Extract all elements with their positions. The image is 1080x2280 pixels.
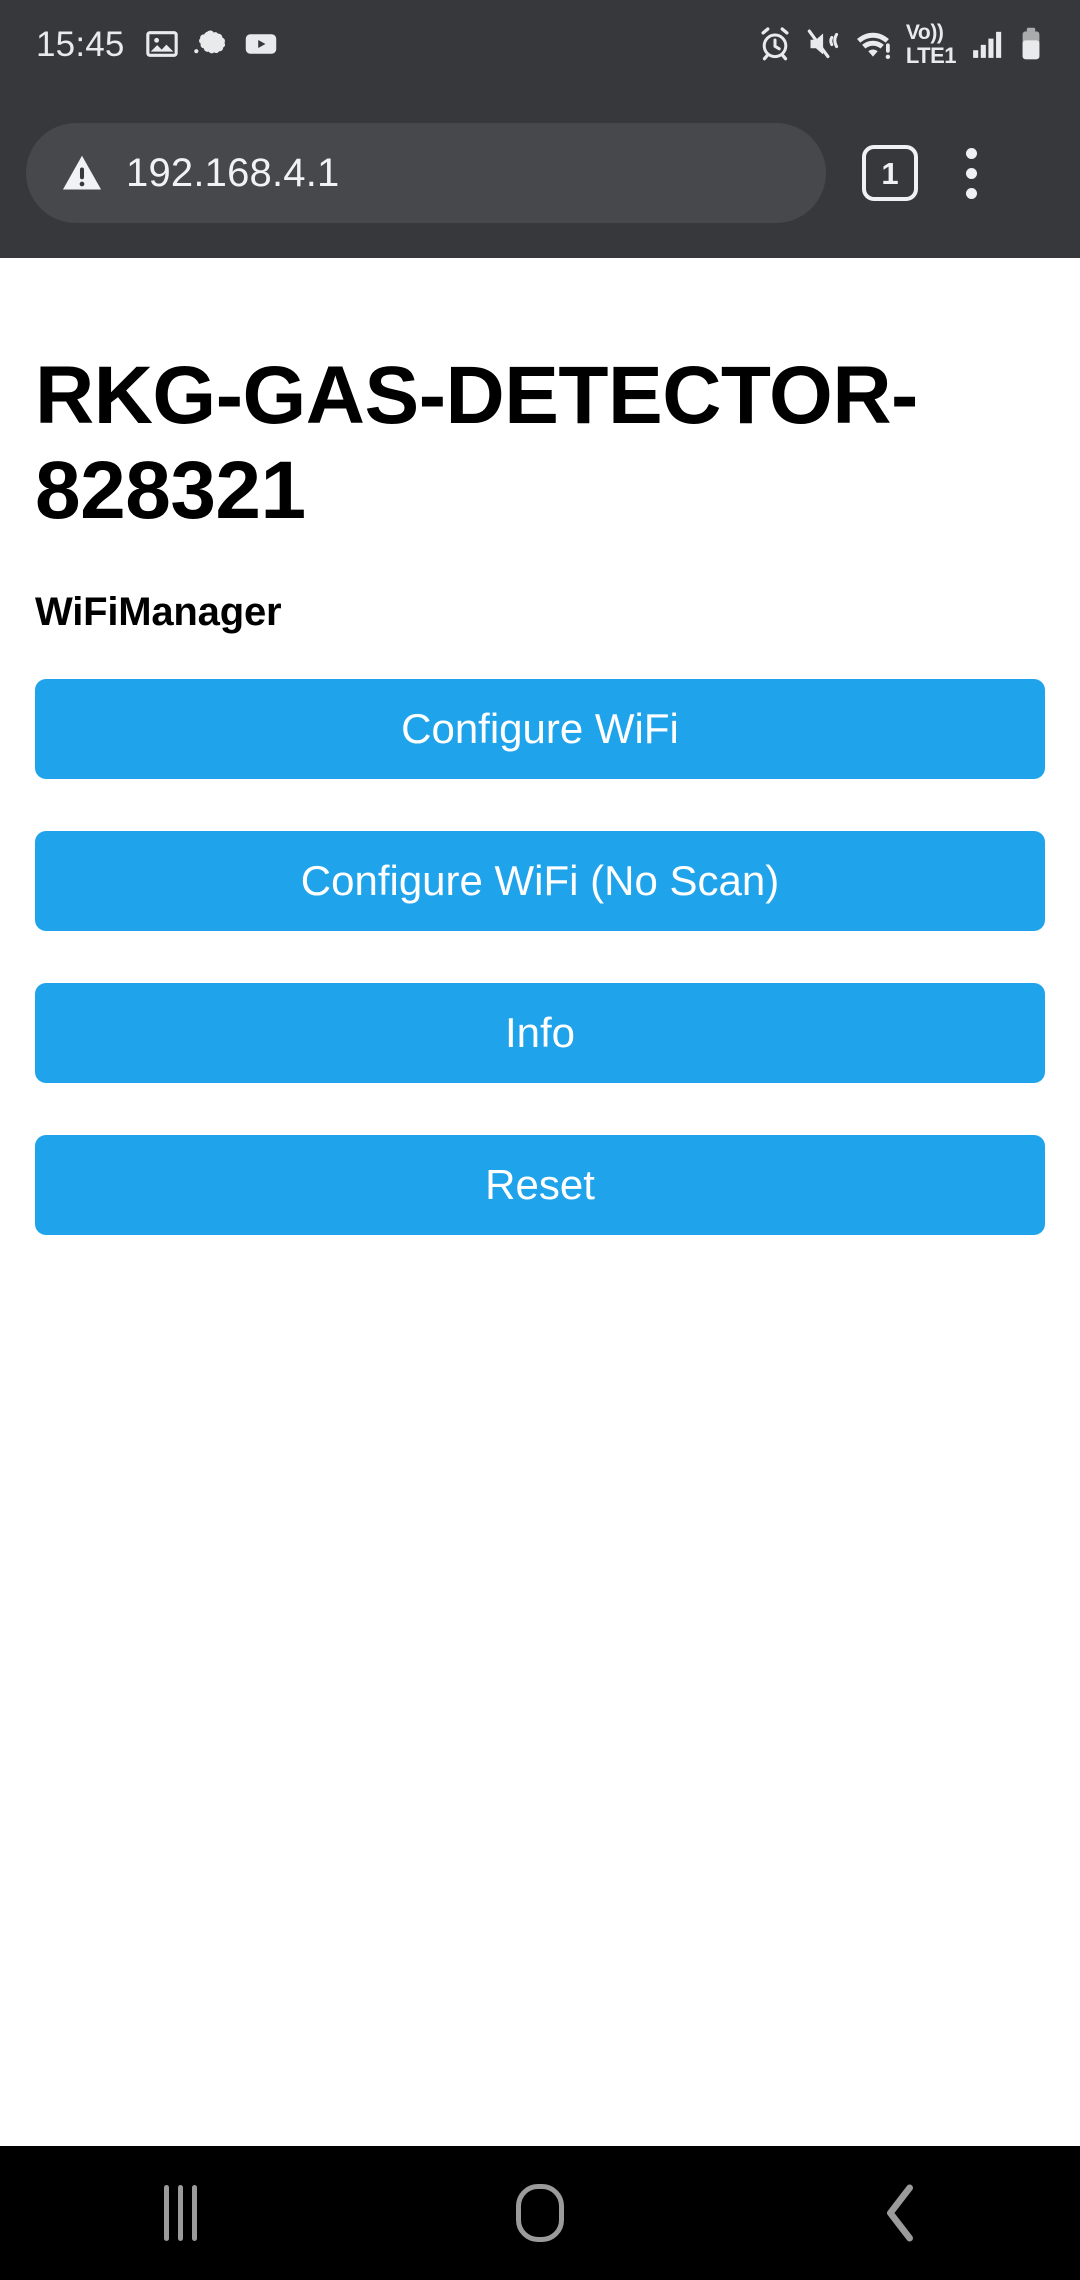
alarm-icon [761,27,789,61]
more-vertical-icon-dot [965,147,977,159]
action-button-list: Configure WiFi Configure WiFi (No Scan) … [35,635,1045,1236]
status-bar-clock: 15:45 [36,24,125,64]
sound-vibrate-off-icon [807,29,838,59]
back-button[interactable] [720,2146,1080,2280]
configure-wifi-button[interactable]: Configure WiFi [35,679,1045,780]
battery-icon [1022,27,1040,60]
youtube-icon [245,34,276,54]
android-navigation-bar [0,2146,1080,2280]
wifi-warning-icon [856,32,890,60]
status-bar-right: Vo)) LTE1 [757,22,1044,67]
lte-label: LTE1 [905,42,957,68]
more-vertical-icon-dot [965,167,977,179]
phone-screen: 15:45 Vo)) LTE1 192.168.4.1 1 RKG-GAS-DE… [0,0,1080,2280]
info-button[interactable]: Info [35,983,1045,1084]
tab-switcher-button[interactable]: 1 [862,145,918,201]
status-bar: 15:45 Vo)) LTE1 [0,0,1080,88]
recents-icon [163,2185,197,2241]
recents-button[interactable] [0,2146,360,2280]
volte-icon: Vo)) LTE1 [905,20,957,68]
more-vertical-icon-dot [965,187,977,199]
status-bar-left: 15:45 [36,27,279,62]
home-button[interactable] [360,2146,720,2280]
url-text[interactable]: 192.168.4.1 [126,151,340,196]
browser-toolbar: 192.168.4.1 1 [0,88,1080,258]
address-bar[interactable]: 192.168.4.1 [26,123,826,223]
page-title: RKG-GAS-DETECTOR-828321 [35,350,918,537]
configure-wifi-no-scan-button[interactable]: Configure WiFi (No Scan) [35,831,1045,932]
cloud-app-icon [193,30,225,54]
not-secure-warning-icon[interactable] [60,151,104,195]
signal-bars-icon [973,31,1002,58]
browser-menu-button[interactable] [936,133,1006,213]
gallery-icon [145,31,178,57]
page-subtitle: WiFiManager [35,590,282,635]
volte-label: Vo)) [905,20,944,44]
web-page-content: RKG-GAS-DETECTOR-828321 WiFiManager Conf… [0,258,1080,2146]
tab-count-label: 1 [881,155,899,191]
reset-button[interactable]: Reset [35,1135,1045,1236]
back-icon [887,2184,913,2242]
home-icon [516,2184,564,2242]
